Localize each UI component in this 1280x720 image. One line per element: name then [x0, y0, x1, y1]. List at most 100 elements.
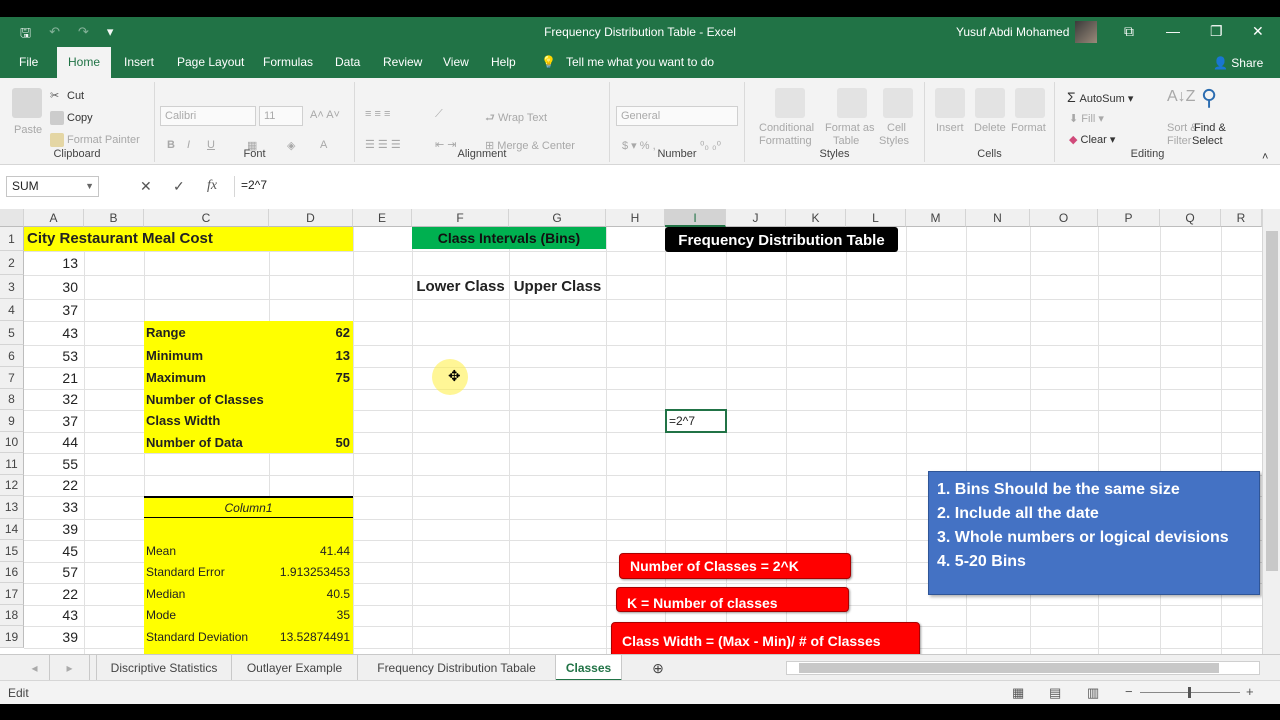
autosum-button[interactable]: Σ AutoSum ▾ [1067, 89, 1133, 105]
cell-d6-minimum-value[interactable]: 13 [269, 345, 353, 367]
cell-f3-lower-class[interactable]: Lower Class [412, 275, 509, 299]
cell-d17-median-value[interactable]: 40.5 [269, 583, 353, 605]
user-name[interactable]: Yusuf Abdi Mohamed [956, 25, 1069, 39]
column-header-n[interactable]: N [966, 209, 1030, 227]
row-header-2[interactable]: 2 [0, 251, 24, 275]
format-painter-button[interactable]: Format Painter [50, 133, 140, 147]
cell-c9-class-width-label[interactable]: Class Width [146, 410, 269, 432]
cell-c18-mode-label[interactable]: Mode [146, 605, 269, 626]
row-header-14[interactable]: 14 [0, 519, 24, 540]
column-header-h[interactable]: H [606, 209, 665, 227]
cell-styles-label[interactable]: Cell [887, 122, 906, 134]
cell-a7[interactable]: 21 [24, 367, 84, 389]
active-cell-i9[interactable]: =2^7 [665, 409, 727, 433]
page-break-view-icon[interactable]: ▥ [1087, 685, 1099, 701]
zoom-out-icon[interactable]: − [1125, 684, 1133, 699]
find-select-label[interactable]: Find & [1194, 122, 1226, 134]
cell-f1-class-intervals[interactable]: Class Intervals (Bins) [412, 227, 606, 249]
collapse-ribbon-icon[interactable]: ˄ [1262, 151, 1268, 163]
column-header-a[interactable]: A [24, 209, 84, 227]
sheet-tab-frequency-distribution[interactable]: Frequency Distribution Tabale [358, 655, 556, 681]
column-header-g[interactable]: G [509, 209, 606, 227]
column-header-m[interactable]: M [906, 209, 966, 227]
cell-a9[interactable]: 37 [24, 410, 84, 432]
new-sheet-button[interactable]: ⊕ [648, 655, 668, 681]
avatar[interactable] [1075, 21, 1097, 43]
fill-button[interactable]: ⬇ Fill ▾ [1069, 112, 1104, 125]
orientation-icon[interactable]: ⟋ [435, 108, 443, 121]
cell-a2[interactable]: 13 [24, 251, 84, 275]
column-header-i[interactable]: I [665, 209, 726, 227]
sort-filter-icon[interactable]: A↓Z [1167, 88, 1195, 106]
cell-d9-class-width-value[interactable] [269, 410, 353, 432]
paste-button[interactable]: Paste [14, 124, 42, 136]
cell-a17[interactable]: 22 [24, 583, 84, 605]
ribbon-display-options-icon[interactable]: ⧉ [1124, 23, 1134, 40]
conditional-formatting-label[interactable]: Conditional [759, 122, 814, 134]
cell-d19-std-dev-value[interactable]: 13.52874491 [269, 626, 353, 648]
format-cells-icon[interactable] [1015, 88, 1045, 118]
cell-a19[interactable]: 39 [24, 626, 84, 648]
cell-c8-num-classes-label[interactable]: Number of Classes [146, 389, 286, 410]
tab-formulas[interactable]: Formulas [263, 47, 313, 78]
cell-a8[interactable]: 32 [24, 389, 84, 410]
row-header-16[interactable]: 16 [0, 562, 24, 583]
shape-num-classes-formula[interactable]: Number of Classes = 2^K [619, 553, 851, 579]
name-box[interactable]: SUM ▼ [6, 176, 99, 197]
page-layout-view-icon[interactable]: ▤ [1049, 685, 1061, 701]
column-header-j[interactable]: J [726, 209, 786, 227]
shape-class-width-formula[interactable]: Class Width = (Max - Min)/ # of Classes [611, 622, 920, 654]
sheet-nav-next-icon[interactable]: ▸ [50, 655, 90, 681]
shape-bin-rules-note[interactable]: 1. Bins Should be the same size 2. Inclu… [928, 471, 1260, 595]
column-header-c[interactable]: C [144, 209, 269, 227]
cell-d10-num-data-value[interactable]: 50 [269, 432, 353, 453]
cell-a12[interactable]: 22 [24, 475, 84, 496]
cell-c19-std-dev-label[interactable]: Standard Deviation [146, 626, 269, 648]
cell-d8-num-classes-value[interactable] [269, 389, 353, 410]
sheet-nav-prev-icon[interactable]: ◂ [20, 655, 50, 681]
tell-me-box[interactable]: Tell me what you want to do [566, 47, 714, 78]
number-format-box[interactable]: General [616, 106, 738, 126]
cell-a10[interactable]: 44 [24, 432, 84, 453]
format-cells-button[interactable]: Format [1011, 122, 1046, 134]
row-header-4[interactable]: 4 [0, 299, 24, 321]
wrap-text-button[interactable]: ⮐ Wrap Text [485, 109, 547, 128]
shape-k-definition[interactable]: K = Number of classes [616, 587, 849, 612]
column-header-l[interactable]: L [846, 209, 906, 227]
cell-c15-mean-label[interactable]: Mean [146, 540, 269, 562]
cell-a4[interactable]: 37 [24, 299, 84, 321]
column-header-q[interactable]: Q [1160, 209, 1221, 227]
row-header-8[interactable]: 8 [0, 389, 24, 410]
restore-button[interactable]: ❐ [1210, 23, 1223, 40]
cell-d7-maximum-value[interactable]: 75 [269, 367, 353, 389]
chevron-down-icon[interactable]: ▼ [85, 177, 94, 196]
column-header-e[interactable]: E [353, 209, 412, 227]
cell-a11[interactable]: 55 [24, 453, 84, 475]
share-button[interactable]: 👤 Share [1213, 56, 1263, 70]
font-name-box[interactable]: Calibri [160, 106, 256, 126]
row-header-1[interactable]: 1 [0, 227, 24, 251]
row-header-9[interactable]: 9 [0, 410, 24, 432]
vertical-scrollbar[interactable] [1262, 209, 1280, 654]
tab-view[interactable]: View [443, 47, 469, 78]
cell-i1-freq-table-title[interactable]: Frequency Distribution Table [665, 227, 898, 252]
enter-formula-icon[interactable]: ✓ [173, 178, 185, 195]
row-header-10[interactable]: 10 [0, 432, 24, 453]
horizontal-scrollbar[interactable] [786, 661, 1260, 675]
column-header-f[interactable]: F [412, 209, 509, 227]
cell-c5-range-label[interactable]: Range [146, 321, 269, 345]
tab-file[interactable]: File [19, 47, 38, 78]
column-header-k[interactable]: K [786, 209, 846, 227]
cell-a13[interactable]: 33 [24, 496, 84, 519]
tab-page-layout[interactable]: Page Layout [177, 47, 244, 78]
search-icon[interactable]: ⚲ [1201, 85, 1217, 111]
formula-input[interactable]: =2^7 [234, 176, 1274, 197]
paste-icon[interactable] [12, 88, 42, 118]
cell-g3-upper-class[interactable]: Upper Class [509, 275, 606, 299]
cell-c17-median-label[interactable]: Median [146, 583, 269, 605]
row-header-19[interactable]: 19 [0, 626, 24, 648]
tab-review[interactable]: Review [383, 47, 422, 78]
font-grow-icon[interactable]: A˄ A˅ [310, 109, 340, 121]
row-header-7[interactable]: 7 [0, 367, 24, 389]
select-all-corner[interactable] [0, 209, 24, 227]
